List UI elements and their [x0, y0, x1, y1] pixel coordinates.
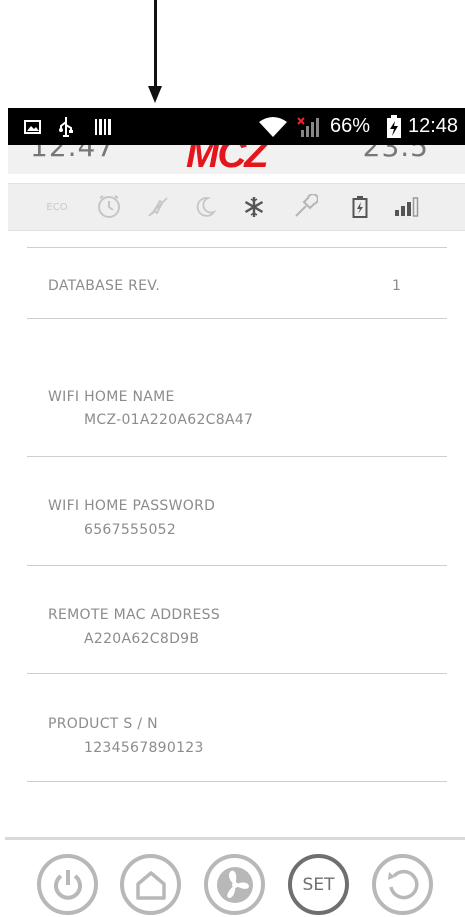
wifi-home-password-value[interactable]: 6567555052 — [84, 522, 176, 538]
wifi-icon — [258, 108, 288, 145]
divider — [27, 565, 447, 566]
barcode-icon — [94, 108, 112, 145]
status-bar: 66% 12:48 — [8, 108, 465, 145]
set-button[interactable]: SET — [288, 854, 349, 915]
product-sn-value[interactable]: 1234567890123 — [84, 740, 204, 756]
remote-mac-label: REMOTE MAC ADDRESS — [48, 607, 221, 623]
refresh-icon — [387, 869, 419, 899]
divider — [27, 456, 447, 457]
bottom-separator — [5, 837, 465, 840]
battery-charging-icon — [386, 108, 402, 145]
mode-icon-bar: ECO — [8, 183, 465, 231]
power-icon — [53, 869, 82, 900]
divider — [27, 318, 447, 319]
product-sn-label: PRODUCT S / N — [48, 716, 158, 732]
remote-mac-value[interactable]: A220A62C8D9B — [84, 631, 199, 647]
annotation-arrow-head — [148, 86, 162, 103]
annotation-arrow-line — [154, 0, 157, 88]
home-button[interactable] — [120, 854, 181, 915]
database-rev-value: 1 — [392, 278, 402, 294]
eco-icon[interactable]: ECO — [42, 184, 72, 230]
home-icon — [135, 870, 166, 900]
database-rev-label: DATABASE REV. — [48, 278, 161, 294]
wrench-icon[interactable] — [290, 184, 320, 230]
wifi-home-name-value[interactable]: MCZ-01A220A62C8A47 — [84, 412, 253, 428]
clock-icon[interactable] — [94, 184, 124, 230]
divider — [27, 247, 447, 248]
power-button[interactable] — [37, 854, 98, 915]
status-time: 12:48 — [408, 115, 459, 137]
mute-icon[interactable] — [143, 184, 173, 230]
battery-percent: 66% — [330, 115, 371, 137]
usb-icon — [58, 108, 74, 145]
fan-button[interactable] — [204, 854, 265, 915]
snowflake-icon[interactable] — [239, 184, 269, 230]
battery-icon[interactable] — [348, 184, 372, 230]
eco-label: ECO — [46, 201, 68, 213]
divider — [27, 781, 447, 782]
picture-icon — [24, 108, 42, 145]
set-label: SET — [302, 874, 335, 895]
signal-bars-icon[interactable] — [392, 184, 422, 230]
wifi-home-name-label: WIFI HOME NAME — [48, 389, 175, 405]
wifi-home-password-label: WIFI HOME PASSWORD — [48, 498, 216, 514]
divider — [27, 673, 447, 674]
signal-no-sim-icon — [295, 108, 323, 145]
moon-icon[interactable] — [190, 184, 220, 230]
fan-icon — [216, 866, 253, 903]
refresh-button[interactable] — [372, 854, 433, 915]
